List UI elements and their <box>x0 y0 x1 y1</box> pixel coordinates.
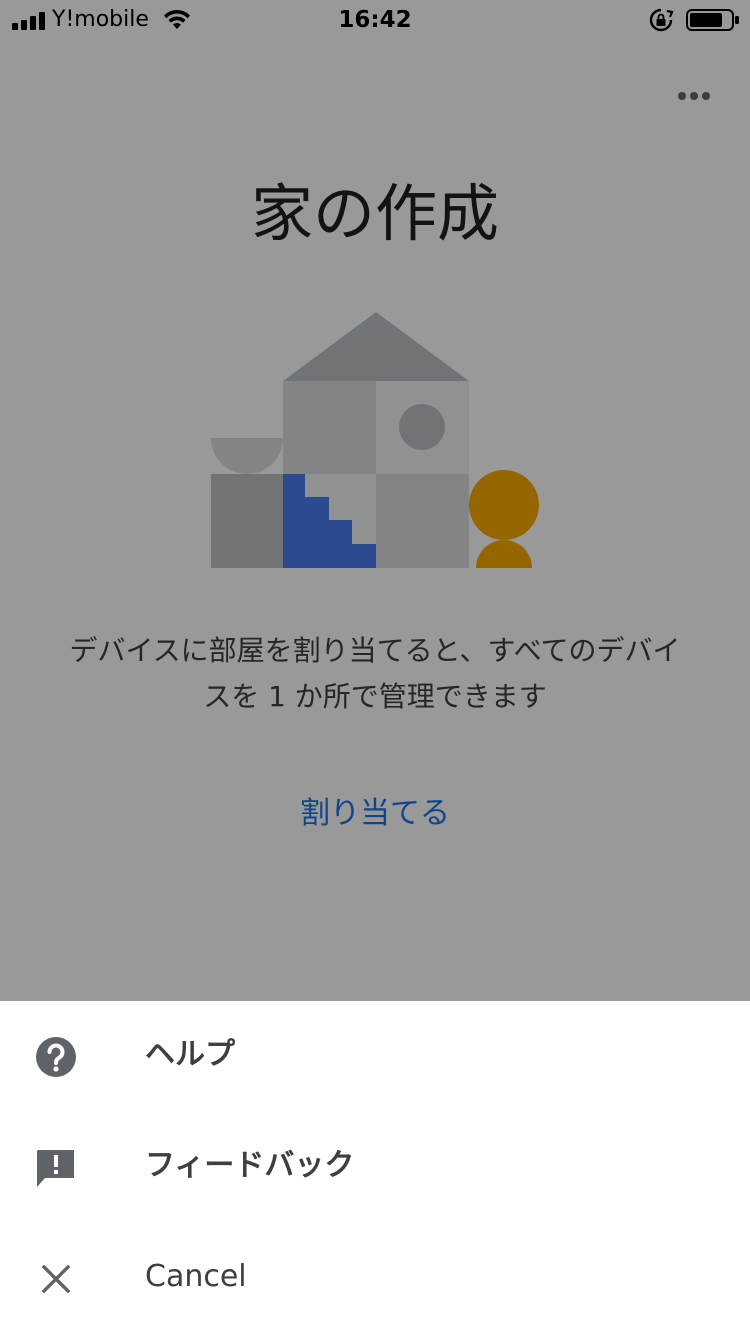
action-sheet: ヘルプ フィードバック Cancel <box>0 1001 750 1334</box>
close-icon <box>41 1264 71 1294</box>
feedback-menu-item[interactable]: フィードバック <box>0 1112 750 1223</box>
cancel-menu-item[interactable]: Cancel <box>0 1223 750 1334</box>
screen: Y!mobile 16:42 家の作成 デバイスに部屋を割り当てると、すべてのデ… <box>0 0 750 1334</box>
modal-scrim[interactable] <box>0 0 750 1001</box>
feedback-icon <box>37 1150 74 1187</box>
help-label: ヘルプ <box>145 1037 235 1072</box>
feedback-label: フィードバック <box>145 1148 355 1183</box>
help-circle-icon <box>36 1037 76 1077</box>
cancel-label: Cancel <box>145 1259 247 1294</box>
help-menu-item[interactable]: ヘルプ <box>0 1001 750 1112</box>
